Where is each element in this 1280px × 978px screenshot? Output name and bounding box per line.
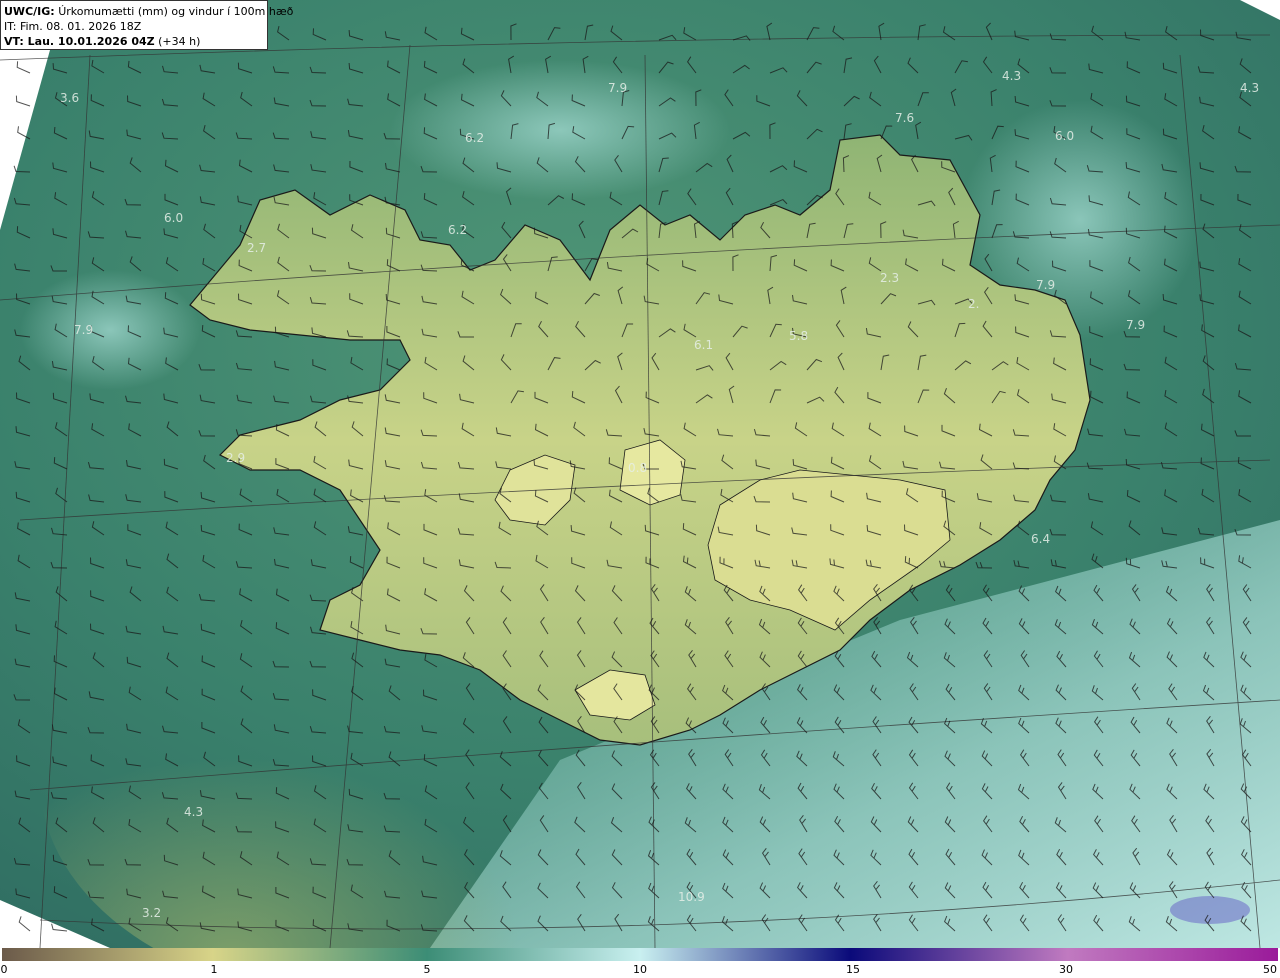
colorbar-strip	[2, 948, 1278, 961]
model-label: UWC/IG:	[4, 5, 55, 18]
colorbar-tick: 30	[1059, 963, 1073, 976]
value-label: 4.3	[184, 805, 203, 819]
colorbar-tick: 5	[423, 963, 431, 976]
colorbar-tick: 15	[846, 963, 860, 976]
value-label: 6.1	[694, 338, 713, 352]
valid-time: VT: Lau. 10.01.2026 04Z	[4, 35, 155, 48]
forecast-offset: (+34 h)	[158, 35, 201, 48]
value-label: 7.9	[1126, 318, 1145, 332]
value-label: 4.3	[1002, 69, 1021, 83]
initial-time: IT: Fim. 08. 01. 2026 18Z	[4, 20, 142, 33]
colorbar-tick: 1	[210, 963, 218, 976]
value-label: 7.6	[895, 111, 914, 125]
weather-map: 3.6 7.9 4.3 4.3 7.6 6.0 6.0 6.2 6.2 2.7 …	[0, 0, 1280, 978]
value-label: 2.3	[880, 271, 899, 285]
map-canvas: 3.6 7.9 4.3 4.3 7.6 6.0 6.0 6.2 6.2 2.7 …	[0, 0, 1280, 948]
precip-field-north	[390, 60, 730, 200]
colorbar-tick: 0	[0, 963, 8, 976]
value-label: 6.2	[465, 131, 484, 145]
info-title-line: UWC/IG: Úrkomumætti (mm) og vindur í 100…	[4, 4, 293, 19]
colorbar-tick: 50	[1263, 963, 1277, 976]
valid-time-line: VT: Lau. 10.01.2026 04Z (+34 h)	[4, 34, 264, 49]
value-label: 10.9	[678, 890, 705, 904]
value-label: 0.8	[628, 461, 647, 475]
value-label: 2.	[968, 297, 979, 311]
product-title: Úrkomumætti (mm) og vindur í 100m hæð	[58, 5, 294, 18]
value-label: 6.4	[1031, 532, 1050, 546]
value-label: 2.9	[226, 451, 245, 465]
value-label: 6.2	[448, 223, 467, 237]
value-label: 7.9	[74, 323, 93, 337]
precip-field-w	[20, 270, 200, 390]
value-label: 6.0	[1055, 129, 1074, 143]
value-label: 6.0	[164, 211, 183, 225]
value-label: 7.9	[1036, 278, 1055, 292]
value-label: 5.8	[789, 329, 808, 343]
value-label: 3.6	[60, 91, 79, 105]
value-label: 2.7	[247, 241, 266, 255]
value-label: 7.9	[608, 81, 627, 95]
colorbar: 0 1 5 10 15 30 50	[0, 948, 1280, 978]
forecast-info-box: UWC/IG: Úrkomumætti (mm) og vindur í 100…	[0, 0, 293, 50]
value-label: 3.2	[142, 906, 161, 920]
colorbar-tick: 10	[633, 963, 647, 976]
value-label: 4.3	[1240, 81, 1259, 95]
